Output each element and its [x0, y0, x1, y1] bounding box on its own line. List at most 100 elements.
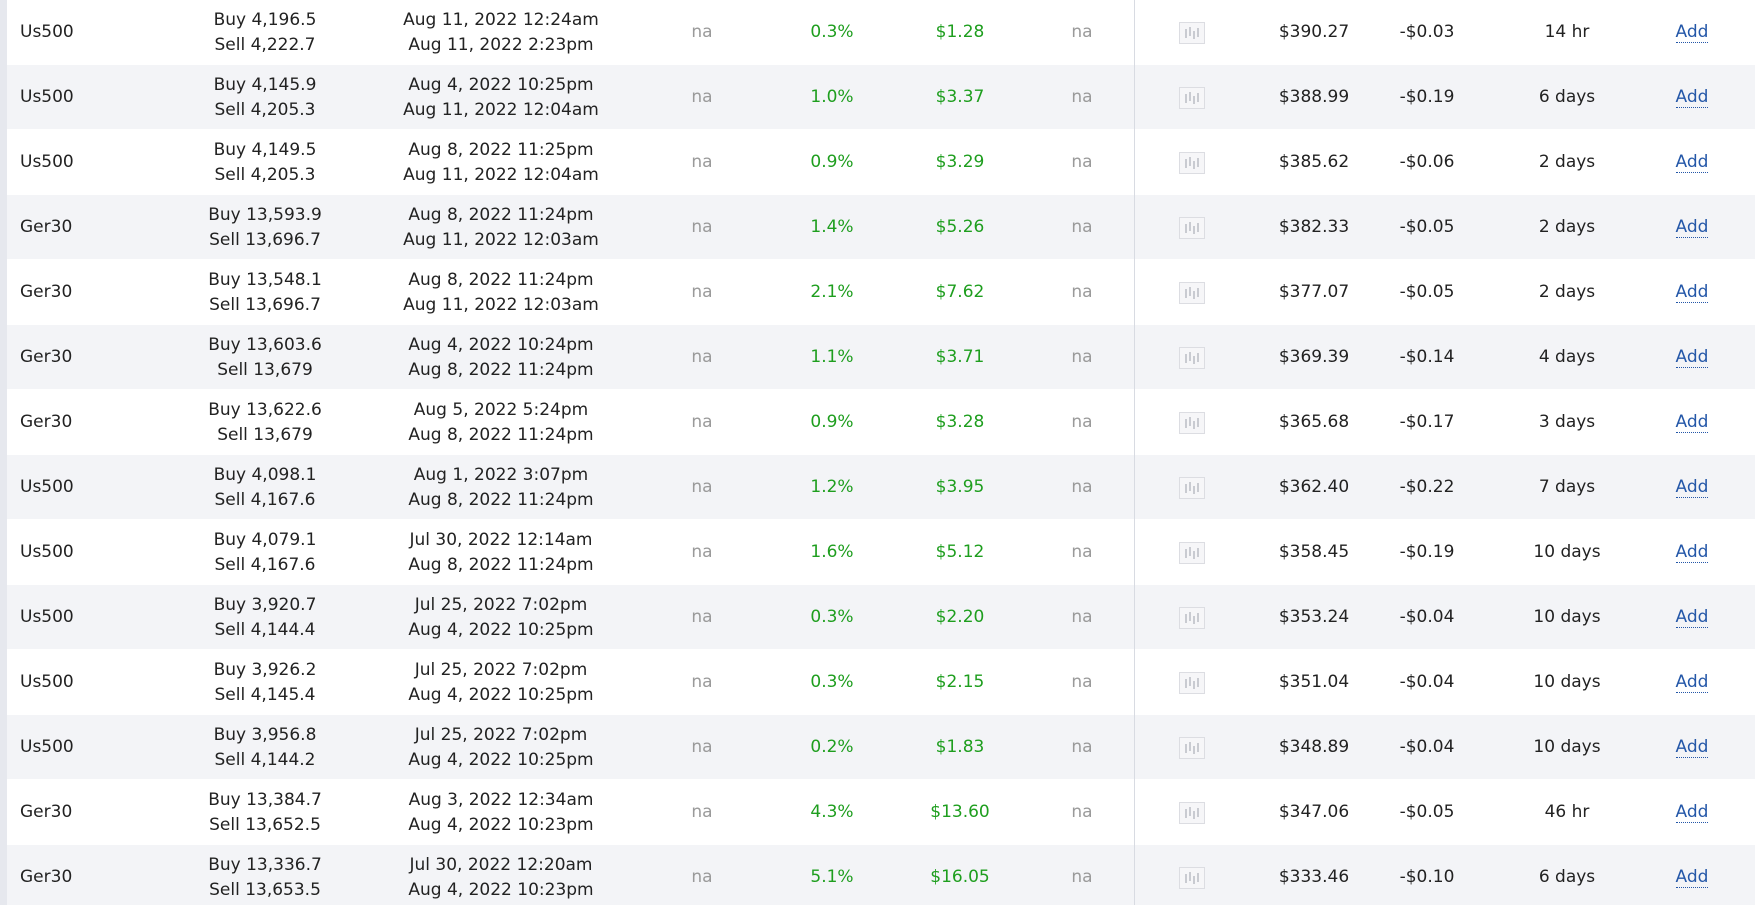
close-date: Aug 11, 2022 12:04am [403, 99, 599, 120]
date-cell: Jul 30, 2022 12:20am Aug 4, 2022 10:23pm [371, 845, 631, 905]
add-link[interactable]: Add [1675, 347, 1709, 368]
chart-icon[interactable] [1179, 151, 1205, 174]
symbol-cell: Us500 [20, 0, 140, 65]
fee-cell: -$0.10 [1372, 845, 1482, 905]
add-link[interactable]: Add [1675, 152, 1709, 173]
chart-icon[interactable] [1179, 86, 1205, 109]
add-link[interactable]: Add [1675, 542, 1709, 563]
na-text: na [691, 412, 713, 432]
price-cell: Buy 3,926.2 Sell 4,145.4 [145, 650, 385, 715]
chart-icon[interactable] [1179, 411, 1205, 434]
add-link[interactable]: Add [1675, 412, 1709, 433]
gain-cell: $16.05 [895, 845, 1025, 905]
dollar-gain: $2.20 [935, 607, 985, 627]
percent-cell: 0.3% [767, 0, 897, 65]
duration-cell: 2 days [1497, 195, 1637, 260]
na-cell: na [637, 325, 767, 390]
chart-icon[interactable] [1179, 346, 1205, 369]
percent-gain: 1.6% [810, 542, 854, 562]
balance-value: $358.45 [1278, 542, 1350, 562]
chart-icon[interactable] [1179, 866, 1205, 889]
add-link[interactable]: Add [1675, 867, 1709, 888]
fee-cell: -$0.04 [1372, 650, 1482, 715]
close-date: Aug 11, 2022 12:03am [403, 294, 599, 315]
duration-cell: 7 days [1497, 455, 1637, 520]
chart-icon[interactable] [1179, 736, 1205, 759]
add-link[interactable]: Add [1675, 87, 1709, 108]
open-date: Aug 8, 2022 11:24pm [408, 269, 594, 290]
chart-icon[interactable] [1179, 801, 1205, 824]
fee-value: -$0.10 [1399, 867, 1455, 887]
symbol-text: Us500 [20, 672, 74, 692]
na-text: na [1071, 737, 1093, 757]
add-cell: Add [1637, 650, 1747, 715]
fee-cell: -$0.05 [1372, 260, 1482, 325]
na-text: na [691, 867, 713, 887]
chart-icon[interactable] [1179, 671, 1205, 694]
na-cell: na [637, 845, 767, 905]
dollar-gain: $3.95 [935, 477, 985, 497]
add-link[interactable]: Add [1675, 477, 1709, 498]
na-cell: na [637, 390, 767, 455]
gain-cell: $2.20 [895, 585, 1025, 650]
duration-value: 10 days [1533, 672, 1601, 692]
close-date: Aug 4, 2022 10:25pm [408, 684, 594, 705]
chart-icon[interactable] [1179, 216, 1205, 239]
fee-value: -$0.05 [1399, 217, 1455, 237]
chart-icon[interactable] [1179, 281, 1205, 304]
close-date: Aug 4, 2022 10:25pm [408, 749, 594, 770]
symbol-text: Us500 [20, 22, 74, 42]
table-row: Ger30 Buy 13,603.6 Sell 13,679 Aug 4, 20… [7, 325, 1755, 390]
add-link[interactable]: Add [1675, 217, 1709, 238]
fee-cell: -$0.14 [1372, 325, 1482, 390]
buy-price: Buy 4,149.5 [213, 139, 317, 160]
add-link[interactable]: Add [1675, 802, 1709, 823]
add-link[interactable]: Add [1675, 672, 1709, 693]
add-link[interactable]: Add [1675, 22, 1709, 43]
percent-gain: 5.1% [810, 867, 854, 887]
na-text: na [1071, 217, 1093, 237]
balance-value: $369.39 [1278, 347, 1350, 367]
open-date: Aug 4, 2022 10:24pm [408, 334, 594, 355]
na-cell: na [637, 780, 767, 845]
buy-price: Buy 13,384.7 [208, 789, 322, 810]
na-text: na [1071, 802, 1093, 822]
sell-price: Sell 13,653.5 [209, 879, 321, 900]
symbol-cell: Us500 [20, 65, 140, 130]
na-cell: na [637, 130, 767, 195]
price-cell: Buy 4,079.1 Sell 4,167.6 [145, 520, 385, 585]
duration-cell: 10 days [1497, 585, 1637, 650]
add-cell: Add [1637, 520, 1747, 585]
percent-cell: 1.6% [767, 520, 897, 585]
percent-cell: 1.2% [767, 455, 897, 520]
chart-icon[interactable] [1179, 606, 1205, 629]
na-text: na [691, 477, 713, 497]
add-cell: Add [1637, 715, 1747, 780]
fee-cell: -$0.05 [1372, 780, 1482, 845]
dollar-gain: $5.26 [935, 217, 985, 237]
fee-cell: -$0.04 [1372, 585, 1482, 650]
percent-cell: 1.4% [767, 195, 897, 260]
date-cell: Aug 1, 2022 3:07pm Aug 8, 2022 11:24pm [371, 455, 631, 520]
add-link[interactable]: Add [1675, 737, 1709, 758]
buy-price: Buy 4,098.1 [213, 464, 317, 485]
chart-icon[interactable] [1179, 21, 1205, 44]
na-cell: na [637, 455, 767, 520]
dollar-gain: $3.71 [935, 347, 985, 367]
na-cell: na [637, 650, 767, 715]
percent-gain: 0.9% [810, 152, 854, 172]
duration-value: 14 hr [1544, 22, 1590, 42]
chart-icon[interactable] [1179, 541, 1205, 564]
open-date: Aug 1, 2022 3:07pm [413, 464, 589, 485]
price-cell: Buy 13,622.6 Sell 13,679 [145, 390, 385, 455]
add-cell: Add [1637, 0, 1747, 65]
close-date: Aug 11, 2022 2:23pm [408, 34, 594, 55]
na-text: na [1071, 22, 1093, 42]
percent-cell: 0.9% [767, 390, 897, 455]
add-link[interactable]: Add [1675, 282, 1709, 303]
buy-price: Buy 4,145.9 [213, 74, 317, 95]
table-row: Ger30 Buy 13,593.9 Sell 13,696.7 Aug 8, … [7, 195, 1755, 260]
percent-cell: 1.1% [767, 325, 897, 390]
add-link[interactable]: Add [1675, 607, 1709, 628]
chart-icon[interactable] [1179, 476, 1205, 499]
